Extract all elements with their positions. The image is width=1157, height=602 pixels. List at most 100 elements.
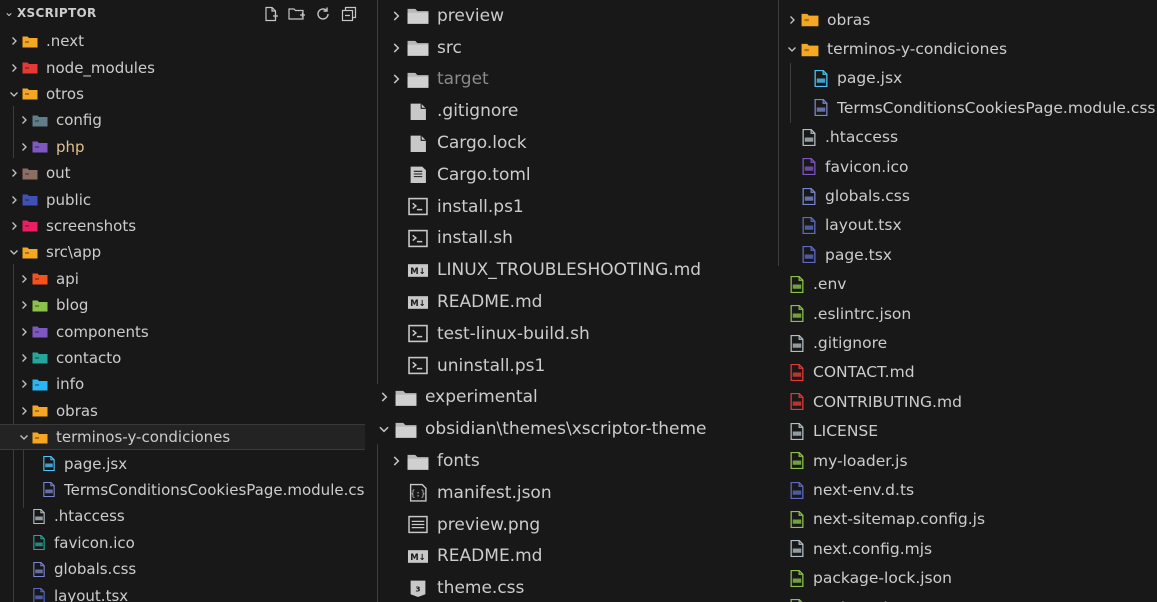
file-item-linux-troubleshooting-md[interactable]: M↓ LINUX_TROUBLESHOOTING.md [365, 254, 765, 286]
folder-icon [407, 38, 429, 57]
folder-item-node-modules[interactable]: node_modules [0, 54, 365, 80]
folder-item-otros[interactable]: otros [0, 81, 365, 107]
file-item-install-sh[interactable]: install.sh [365, 223, 765, 255]
chevron-right-icon[interactable] [16, 114, 32, 126]
file-item-cargo-lock[interactable]: Cargo.lock [365, 127, 765, 159]
chevron-right-icon[interactable] [6, 220, 22, 232]
folder-item-screenshots[interactable]: screenshots [0, 213, 365, 239]
file-item-contact-md[interactable]: CONTACT.md [765, 358, 1157, 387]
chevron-right-icon[interactable] [16, 405, 32, 417]
file-item-globals-css[interactable]: globals.css [0, 556, 365, 582]
file-item-install-ps1[interactable]: install.ps1 [365, 191, 765, 223]
file-item-layout-tsx[interactable]: layout.tsx [0, 582, 365, 602]
workspace-title: XSCRIPTOR [17, 6, 97, 20]
chevron-right-icon[interactable] [16, 352, 32, 364]
chevron-right-icon[interactable] [16, 141, 32, 153]
chevron-right-icon[interactable] [16, 326, 32, 338]
file-item-gitignore[interactable]: .gitignore [765, 328, 1157, 357]
chevron-right-icon[interactable] [16, 378, 32, 390]
item-label: node_modules [46, 58, 155, 77]
folder-item-obras[interactable]: obras [0, 398, 365, 424]
folder-item-blog[interactable]: blog [0, 292, 365, 318]
chevron-down-icon[interactable] [783, 43, 801, 55]
chevron-right-icon[interactable] [6, 35, 22, 47]
file-item-license[interactable]: LICENSE [765, 417, 1157, 446]
new-folder-icon[interactable] [287, 4, 307, 24]
file-item-package-json[interactable]: package.json [765, 593, 1157, 602]
file-item-manifest-json[interactable]: {:} manifest.json [365, 477, 765, 509]
file-item-readme-md[interactable]: M↓ README.md [365, 541, 765, 573]
file-item-uninstall-ps1[interactable]: uninstall.ps1 [365, 350, 765, 382]
collapse-all-icon[interactable] [339, 4, 359, 24]
file-item-cargo-toml[interactable]: Cargo.toml [365, 159, 765, 191]
file-item-globals-css[interactable]: globals.css [765, 181, 1157, 210]
chevron-down-icon[interactable] [6, 246, 22, 258]
refresh-icon[interactable] [313, 4, 333, 24]
chevron-right-icon[interactable] [783, 14, 801, 26]
folder-item-public[interactable]: public [0, 186, 365, 212]
file-item-env[interactable]: .env [765, 270, 1157, 299]
item-label: .eslintrc.json [813, 304, 912, 323]
folder-item-terminos-y-condiciones[interactable]: terminos-y-condiciones [765, 34, 1157, 63]
chevron-right-icon[interactable] [16, 299, 32, 311]
file-item-htaccess[interactable]: .htaccess [765, 123, 1157, 152]
chevron-down-icon[interactable] [6, 88, 22, 100]
file-item-my-loader-js[interactable]: my-loader.js [765, 446, 1157, 475]
chevron-right-icon[interactable] [385, 9, 407, 23]
chevron-down-icon[interactable]: ⌄ [4, 5, 14, 19]
chevron-down-icon[interactable] [373, 422, 395, 436]
file-item-favicon-ico[interactable]: favicon.ico [765, 152, 1157, 181]
file-item-termsconditionscookiespage-module-css[interactable]: TermsConditionsCookiesPage.module.css [765, 93, 1157, 122]
folder-item-config[interactable]: config [0, 107, 365, 133]
file-item-next-sitemap-config-js[interactable]: next-sitemap.config.js [765, 505, 1157, 534]
file-item-contributing-md[interactable]: CONTRIBUTING.md [765, 387, 1157, 416]
chevron-right-icon[interactable] [385, 454, 407, 468]
file-item-page-tsx[interactable]: page.tsx [765, 240, 1157, 269]
file-item-termsconditionscookiespage-module-css[interactable]: TermsConditionsCookiesPage.module.css [0, 477, 365, 503]
folder-item-preview[interactable]: preview [365, 0, 765, 32]
folder-item-api[interactable]: api [0, 266, 365, 292]
file-icon [407, 324, 429, 343]
file-item-htaccess[interactable]: .htaccess [0, 503, 365, 529]
folder-item-src[interactable]: src [365, 32, 765, 64]
file-item-layout-tsx[interactable]: layout.tsx [765, 211, 1157, 240]
chevron-right-icon[interactable] [6, 194, 22, 206]
file-icon [801, 158, 817, 176]
chevron-right-icon[interactable] [6, 167, 22, 179]
file-item-page-jsx[interactable]: page.jsx [765, 64, 1157, 93]
folder-item-obsidian-themes-xscriptor-theme[interactable]: obsidian\themes\xscriptor-theme [365, 413, 765, 445]
file-item-readme-md[interactable]: M↓ README.md [365, 286, 765, 318]
chevron-down-icon[interactable] [16, 431, 32, 443]
folder-item-contacto[interactable]: contacto [0, 345, 365, 371]
file-item-next-config-mjs[interactable]: next.config.mjs [765, 534, 1157, 563]
folder-item-php[interactable]: php [0, 134, 365, 160]
folder-item-out[interactable]: out [0, 160, 365, 186]
file-item-next-env-d-ts[interactable]: next-env.d.ts [765, 475, 1157, 504]
chevron-right-icon[interactable] [385, 72, 407, 86]
file-item-theme-css[interactable]: 3 theme.css [365, 572, 765, 602]
folder-item-components[interactable]: components [0, 318, 365, 344]
folder-item-info[interactable]: info [0, 371, 365, 397]
folder-item-obras[interactable]: obras [765, 5, 1157, 34]
new-file-icon[interactable] [261, 4, 281, 24]
file-item-page-jsx[interactable]: page.jsx [0, 450, 365, 476]
file-item-preview-png[interactable]: preview.png [365, 509, 765, 541]
file-item-favicon-ico[interactable]: favicon.ico [0, 530, 365, 556]
file-item-gitignore[interactable]: .gitignore [365, 95, 765, 127]
folder-icon [32, 272, 48, 285]
file-item-test-linux-build-sh[interactable]: test-linux-build.sh [365, 318, 765, 350]
folder-item-target[interactable]: target [365, 64, 765, 96]
explorer-actions [261, 4, 359, 24]
chevron-right-icon[interactable] [6, 62, 22, 74]
folder-item-experimental[interactable]: experimental [365, 382, 765, 414]
file-item-package-lock-json[interactable]: package-lock.json [765, 564, 1157, 593]
folder-item-next[interactable]: .next [0, 28, 365, 54]
folder-item-terminos-y-condiciones[interactable]: terminos-y-condiciones [0, 424, 365, 451]
chevron-right-icon[interactable] [385, 41, 407, 55]
item-label: LICENSE [813, 422, 879, 441]
file-item-eslintrc-json[interactable]: .eslintrc.json [765, 299, 1157, 328]
chevron-right-icon[interactable] [16, 273, 32, 285]
chevron-right-icon[interactable] [373, 390, 395, 404]
folder-item-fonts[interactable]: fonts [365, 445, 765, 477]
folder-item-src-app[interactable]: src\app [0, 239, 365, 265]
